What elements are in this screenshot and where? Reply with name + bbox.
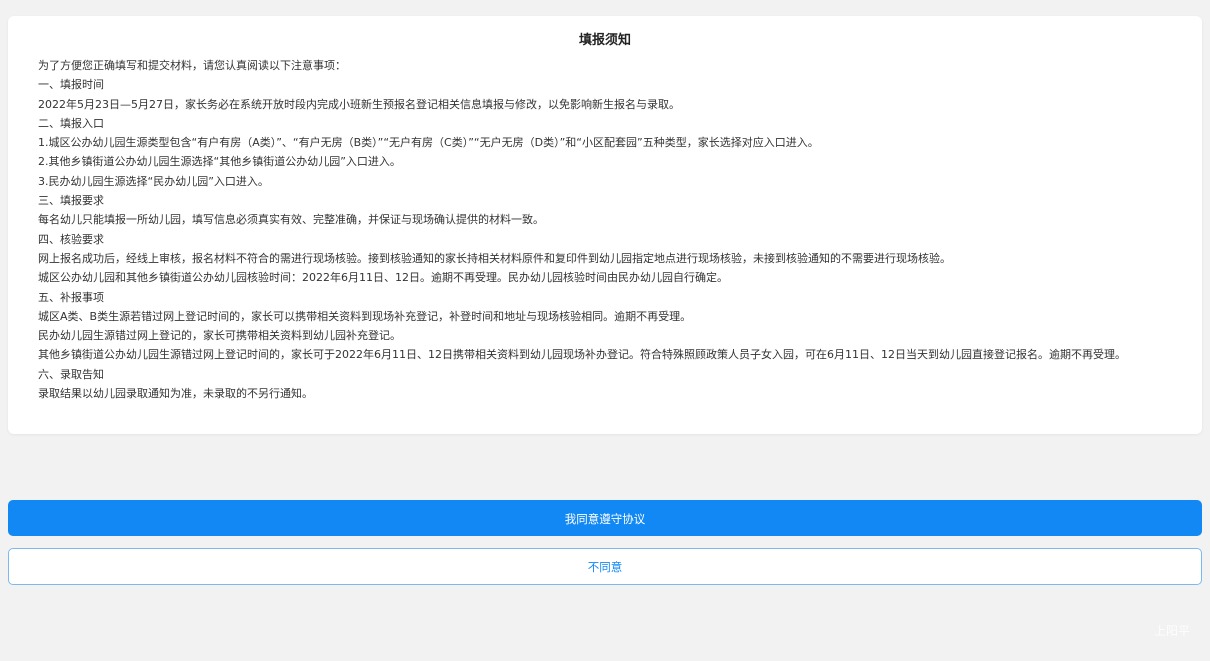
- notice-line: 城区A类、B类生源若错过网上登记时间的，家长可以携带相关资料到现场补充登记，补登…: [38, 309, 692, 323]
- notice-line: 2022年5月23日—5月27日，家长务必在系统开放时段内完成小班新生预报名登记…: [38, 97, 680, 111]
- section-heading-verification: 四、核验要求: [38, 232, 104, 246]
- section-heading-supplementary: 五、补报事项: [38, 290, 104, 304]
- notice-line: 其他乡镇街道公办幼儿园生源错过网上登记时间的，家长可于2022年6月11日、12…: [38, 348, 1126, 362]
- section-heading-fill-time: 一、填报时间: [38, 78, 104, 92]
- notice-intro: 为了方便您正确填写和提交材料，请您认真阅读以下注意事项：: [38, 59, 346, 72]
- notice-card: 填报须知 为了方便您正确填写和提交材料，请您认真阅读以下注意事项： 一、填报时间…: [8, 16, 1202, 434]
- notice-line: 1.城区公办幼儿园生源类型包含“有户有房（A类）”、“有户无房（B类）”“无户有…: [38, 136, 819, 150]
- notice-line: 2.其他乡镇街道公办幼儿园生源选择“其他乡镇街道公办幼儿园”入口进入。: [38, 155, 401, 169]
- section-heading-admission: 六、录取告知: [38, 367, 104, 381]
- section-heading-fill-entry: 二、填报入口: [38, 116, 104, 130]
- notice-line: 3.民办幼儿园生源选择“民办幼儿园”入口进入。: [38, 174, 269, 188]
- notice-line: 城区公办幼儿园和其他乡镇街道公办幼儿园核验时间：2022年6月11日、12日。逾…: [38, 271, 728, 285]
- notice-title: 填报须知: [578, 33, 631, 48]
- disagree-button[interactable]: 不同意: [8, 548, 1202, 585]
- agree-button[interactable]: 我同意遵守协议: [8, 500, 1202, 536]
- notice-line: 每名幼儿只能填报一所幼儿园，填写信息必须真实有效、完整准确，并保证与现场确认提供…: [38, 213, 544, 227]
- section-heading-fill-requirements: 三、填报要求: [38, 194, 104, 208]
- notice-line: 网上报名成功后，经线上审核，报名材料不符合的需进行现场核验。接到核验通知的家长持…: [38, 251, 951, 265]
- notice-line: 民办幼儿园生源错过网上登记的，家长可携带相关资料到幼儿园补充登记。: [38, 329, 401, 343]
- watermark-text: 上阳平: [1153, 624, 1190, 638]
- notice-line: 录取结果以幼儿园录取通知为准，未录取的不另行通知。: [38, 387, 313, 401]
